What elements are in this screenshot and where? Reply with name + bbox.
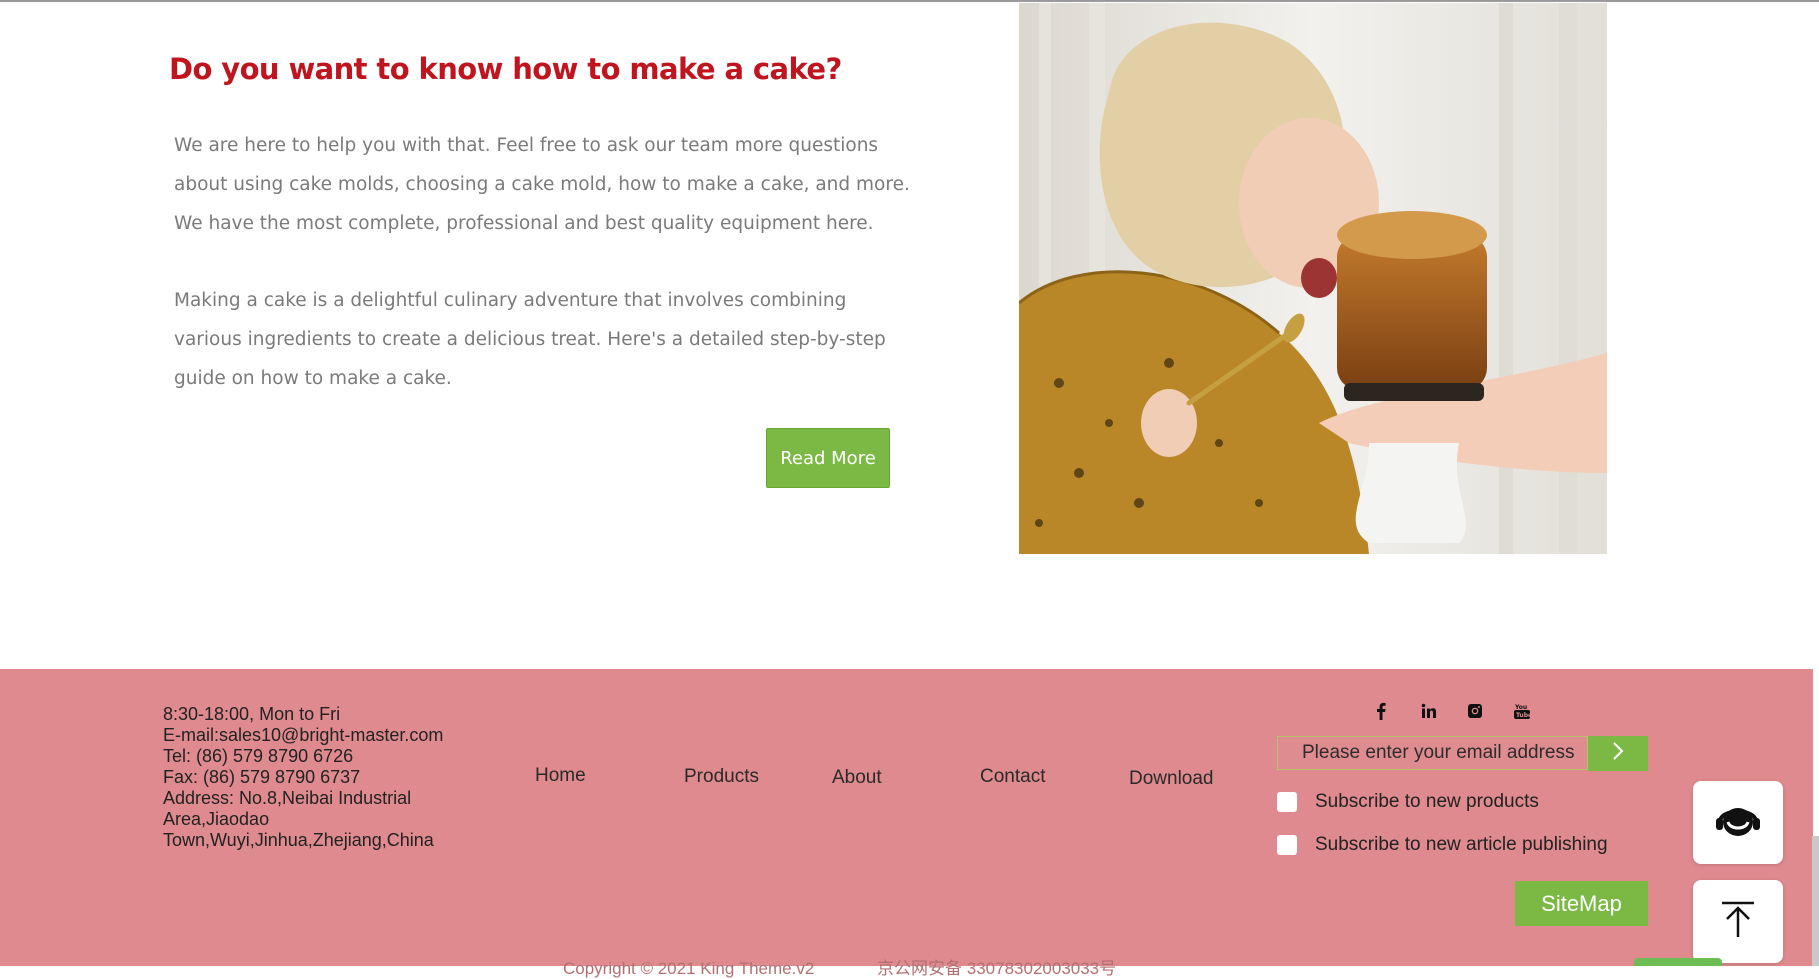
read-more-button[interactable]: Read More bbox=[766, 428, 890, 488]
intro-paragraph: We are here to help you with that. Feel … bbox=[174, 135, 910, 234]
contact-address-line-1: Address: No.8,Neibai Industrial bbox=[163, 788, 412, 808]
subscribe-products-option[interactable]: Subscribe to new products bbox=[1277, 791, 1539, 813]
contact-email[interactable]: E-mail:sales10@bright-master.com bbox=[163, 725, 493, 746]
footer-nav-home[interactable]: Home bbox=[535, 765, 586, 787]
contact-fax: Fax: (86) 579 8790 6737 bbox=[163, 767, 361, 787]
footer-nav-about[interactable]: About bbox=[832, 767, 882, 789]
copyright-text: Copyright © 2021 King Theme.v2 bbox=[563, 959, 815, 978]
youtube-icon[interactable]: You Tube bbox=[1511, 700, 1533, 722]
svg-text:Tube: Tube bbox=[1516, 712, 1531, 719]
email-input[interactable] bbox=[1278, 737, 1587, 769]
footer-nav-products[interactable]: Products bbox=[684, 766, 759, 788]
section-title: Do you want to know how to make a cake? bbox=[169, 52, 842, 86]
subscribe-articles-label: Subscribe to new article publishing bbox=[1315, 834, 1608, 855]
customer-service-button[interactable] bbox=[1693, 781, 1783, 864]
subscribe-articles-option[interactable]: Subscribe to new article publishing bbox=[1277, 834, 1608, 856]
subscribe-products-checkbox[interactable] bbox=[1277, 792, 1297, 812]
instagram-icon[interactable] bbox=[1464, 700, 1486, 722]
linkedin-icon[interactable] bbox=[1418, 700, 1440, 722]
svg-text:You: You bbox=[1514, 704, 1527, 711]
arrow-up-to-top-icon bbox=[1720, 899, 1756, 944]
chat-widget-tab[interactable] bbox=[1634, 958, 1722, 966]
subscribe-email-field bbox=[1277, 736, 1588, 770]
facebook-icon[interactable] bbox=[1370, 700, 1392, 722]
footer-nav-download[interactable]: Download bbox=[1129, 768, 1214, 790]
subscribe-articles-checkbox[interactable] bbox=[1277, 835, 1297, 855]
chevron-right-icon bbox=[1612, 741, 1624, 766]
subscribe-submit-button[interactable] bbox=[1588, 736, 1648, 771]
copyright-bar: Copyright © 2021 King Theme.v2 京公网安备 330… bbox=[563, 954, 1174, 979]
customer-service-headset-icon bbox=[1714, 800, 1762, 845]
contact-info: 8:30-18:00, Mon to Fri E-mail:sales10@br… bbox=[163, 704, 493, 851]
business-hours: 8:30-18:00, Mon to Fri bbox=[163, 704, 341, 724]
contact-tel: Tel: (86) 579 8790 6726 bbox=[163, 746, 354, 766]
footer-nav-contact[interactable]: Contact bbox=[980, 766, 1045, 788]
scrollbar-thumb[interactable] bbox=[1812, 836, 1819, 966]
top-border bbox=[0, 0, 1819, 2]
back-to-top-button[interactable] bbox=[1693, 880, 1783, 963]
sitemap-button[interactable]: SiteMap bbox=[1515, 881, 1648, 926]
child-eating-cake-photo bbox=[1019, 3, 1607, 554]
description-paragraph: Making a cake is a delightful culinary a… bbox=[174, 290, 886, 389]
contact-address-line-3: Town,Wuyi,Jinhua,Zhejiang,China bbox=[163, 830, 434, 850]
contact-address-line-2: Area,Jiaodao bbox=[163, 809, 270, 829]
beian-text[interactable]: 京公网安备 33078302003033号 bbox=[877, 959, 1116, 978]
subscribe-products-label: Subscribe to new products bbox=[1315, 791, 1539, 812]
